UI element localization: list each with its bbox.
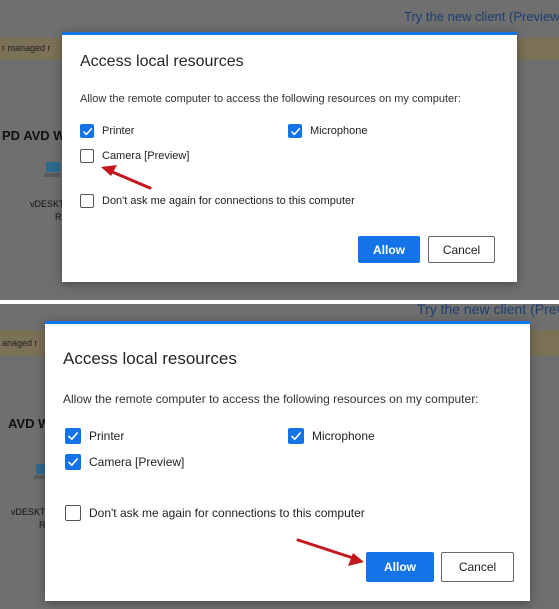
microphone-checkbox[interactable] [288, 124, 302, 138]
allow-button[interactable]: Allow [366, 552, 434, 582]
checkmark-icon [82, 127, 92, 135]
checkmark-icon [291, 432, 301, 440]
monitor-icon [46, 162, 60, 172]
dialog-description: Allow the remote computer to access the … [63, 392, 479, 406]
printer-checkbox[interactable] [65, 428, 81, 444]
cancel-button[interactable]: Cancel [428, 236, 495, 263]
dialog-title: Access local resources [80, 53, 244, 70]
dont-ask-label: Don't ask me again for connections to th… [102, 195, 355, 207]
allow-button[interactable]: Allow [358, 236, 420, 263]
camera-option[interactable]: Camera [Preview] [80, 149, 189, 163]
try-new-client-link[interactable]: Try the new client (Preview) [404, 9, 559, 24]
tile-label: vDESKT [11, 507, 46, 517]
microphone-checkbox[interactable] [288, 428, 304, 444]
screenshot-after: Try the new client (Prev anaged r AVD W … [0, 304, 559, 609]
printer-option[interactable]: Printer [80, 124, 134, 138]
microphone-option[interactable]: Microphone [288, 124, 367, 138]
printer-label: Printer [89, 429, 125, 443]
printer-checkbox[interactable] [80, 124, 94, 138]
microphone-label: Microphone [312, 429, 375, 443]
tile-label-2: R [55, 212, 62, 222]
workspace-heading: PD AVD W [2, 128, 66, 143]
dont-ask-checkbox[interactable] [80, 194, 94, 208]
banner-text: anaged r [2, 338, 38, 348]
camera-label: Camera [Preview] [89, 455, 185, 469]
dont-ask-option[interactable]: Don't ask me again for connections to th… [65, 505, 365, 521]
checkmark-icon [68, 432, 78, 440]
camera-checkbox[interactable] [80, 149, 94, 163]
dont-ask-checkbox[interactable] [65, 505, 81, 521]
tile-label: vDESKT [30, 199, 65, 209]
camera-checkbox[interactable] [65, 454, 81, 470]
dialog-description: Allow the remote computer to access the … [80, 93, 461, 105]
dont-ask-option[interactable]: Don't ask me again for connections to th… [80, 194, 355, 208]
dialog-title: Access local resources [63, 349, 237, 368]
banner-text: r managed r [2, 43, 51, 53]
access-local-resources-dialog: Access local resources Allow the remote … [62, 32, 517, 282]
camera-label: Camera [Preview] [102, 150, 190, 162]
screenshot-before: Try the new client (Preview) r managed r… [0, 0, 559, 300]
access-local-resources-dialog: Access local resources Allow the remote … [45, 321, 530, 601]
camera-option[interactable]: Camera [Preview] [65, 454, 184, 470]
try-new-client-link[interactable]: Try the new client (Prev [417, 304, 559, 317]
microphone-option[interactable]: Microphone [288, 428, 375, 444]
microphone-label: Microphone [310, 125, 368, 137]
printer-option[interactable]: Printer [65, 428, 124, 444]
checkmark-icon [290, 127, 300, 135]
printer-label: Printer [102, 125, 135, 137]
monitor-stand [42, 173, 62, 177]
checkmark-icon [68, 458, 78, 466]
dont-ask-label: Don't ask me again for connections to th… [89, 506, 365, 520]
cancel-button[interactable]: Cancel [441, 552, 514, 582]
